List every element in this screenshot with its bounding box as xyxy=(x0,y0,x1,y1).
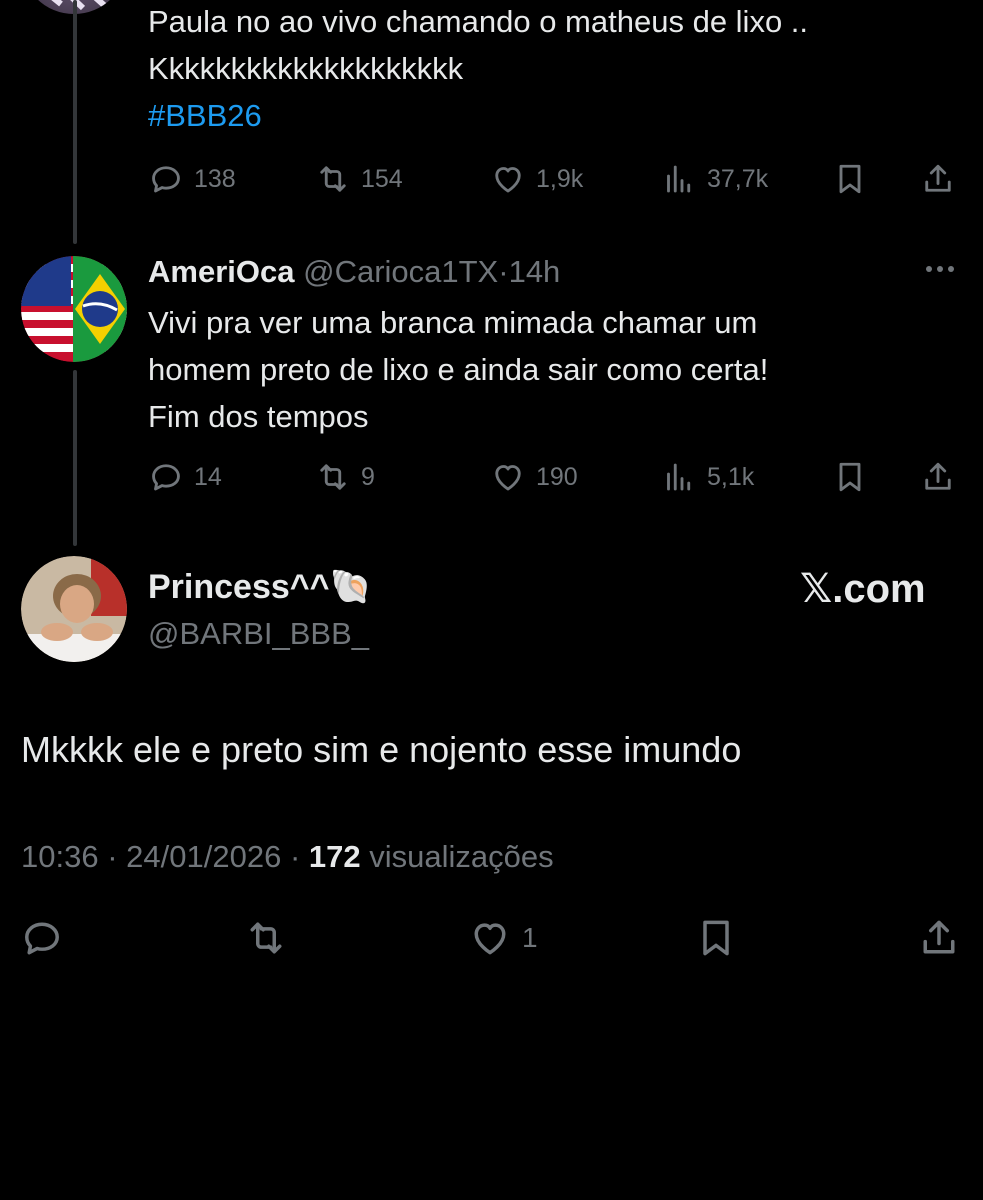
like-icon xyxy=(495,465,521,491)
reply-count: 14 xyxy=(194,462,222,491)
tweet-text: Mkkkk ele e preto sim e nojento esse imu… xyxy=(21,729,742,770)
tweet-line: homem preto de lixo e ainda sair como ce… xyxy=(148,352,769,387)
tweet-actions: 14 9 190 5,1k xyxy=(148,455,963,499)
thread-line xyxy=(73,370,77,546)
share-button[interactable] xyxy=(920,455,956,499)
display-name[interactable]: AmeriOca xyxy=(148,254,294,289)
like-count: 190 xyxy=(536,462,578,491)
more-icon[interactable] xyxy=(926,266,954,272)
tweet-line: Paula no ao vivo chamando o matheus de l… xyxy=(148,4,809,39)
views-icon xyxy=(667,463,691,491)
share-icon xyxy=(925,462,951,490)
shell-emoji: 🐚 xyxy=(329,568,372,606)
hashtag-link[interactable]: #BBB26 xyxy=(148,92,808,139)
views-icon xyxy=(667,165,691,193)
repost-button[interactable] xyxy=(244,914,288,962)
tweet-actions: 138 154 1,9k 37,7k xyxy=(148,157,963,201)
reply-icon xyxy=(152,464,180,491)
tweet-line: Vivi pra ver uma branca mimada chamar um xyxy=(148,305,758,340)
like-button[interactable]: 190 xyxy=(490,455,578,499)
tweet-text: Paula no ao vivo chamando o matheus de l… xyxy=(148,0,808,139)
display-name[interactable]: Princess^^🐚 xyxy=(148,563,372,611)
views-count: 172 xyxy=(308,839,361,874)
repost-icon xyxy=(320,464,346,490)
like-count: 1,9k xyxy=(536,164,584,193)
user-handle[interactable]: @Carioca1TX xyxy=(303,254,498,289)
like-count: 1 xyxy=(522,922,538,953)
repost-icon xyxy=(320,166,346,192)
repost-icon xyxy=(250,922,282,954)
views-button[interactable]: 37,7k xyxy=(661,157,768,201)
tweet-line: Kkkkkkkkkkkkkkkkkkkk xyxy=(148,51,464,86)
thread-line xyxy=(73,0,77,244)
tweet-actions: 1 xyxy=(20,914,963,962)
user-handle[interactable]: @BARBI_BBB_ xyxy=(148,612,369,656)
reply-button[interactable]: 138 xyxy=(148,157,236,201)
views-button[interactable]: 5,1k xyxy=(661,455,754,499)
tweet-date[interactable]: 24/01/2026 xyxy=(126,839,281,874)
repost-button[interactable]: 154 xyxy=(315,157,403,201)
bookmark-icon xyxy=(839,164,861,194)
tweet-time[interactable]: 14h xyxy=(509,254,561,289)
bookmark-icon xyxy=(839,462,861,492)
reply-count: 138 xyxy=(194,164,236,193)
x-logo-watermark: 𝕏.com xyxy=(800,567,926,611)
tweet-header: AmeriOca @Carioca1TX·14h xyxy=(148,250,560,294)
reply-button[interactable] xyxy=(20,914,64,962)
repost-count: 154 xyxy=(361,164,403,193)
reply-button[interactable]: 14 xyxy=(148,455,222,499)
avatar[interactable] xyxy=(21,256,127,362)
bookmark-button[interactable] xyxy=(832,157,868,201)
separator: · xyxy=(498,254,509,289)
share-button[interactable] xyxy=(920,157,956,201)
share-button[interactable] xyxy=(917,914,961,962)
like-icon xyxy=(495,167,521,193)
share-icon xyxy=(923,920,955,954)
tweet-time[interactable]: 10:36 xyxy=(21,839,99,874)
separator: · xyxy=(289,839,301,874)
tweet-text: Vivi pra ver uma branca mimada chamar um… xyxy=(148,299,768,440)
repost-count: 9 xyxy=(361,462,375,491)
reply-icon xyxy=(25,922,59,955)
bookmark-icon xyxy=(703,920,729,956)
views-label: visualizações xyxy=(369,839,554,874)
share-icon xyxy=(925,164,951,192)
bookmark-button[interactable] xyxy=(832,455,868,499)
repost-button[interactable]: 9 xyxy=(315,455,375,499)
views-count: 5,1k xyxy=(707,462,755,491)
bookmark-button[interactable] xyxy=(694,914,738,962)
like-button[interactable]: 1,9k xyxy=(490,157,583,201)
reply-icon xyxy=(152,166,180,193)
tweet-meta: 10:36 · 24/01/2026 · 172 visualizações xyxy=(21,835,554,879)
display-name-text: Princess^^ xyxy=(148,568,330,606)
like-button[interactable]: 1 xyxy=(468,914,538,962)
separator: · xyxy=(107,839,118,874)
like-icon xyxy=(474,923,506,955)
views-count: 37,7k xyxy=(707,164,769,193)
avatar[interactable] xyxy=(21,556,127,662)
tweet-line: Fim dos tempos xyxy=(148,399,369,434)
